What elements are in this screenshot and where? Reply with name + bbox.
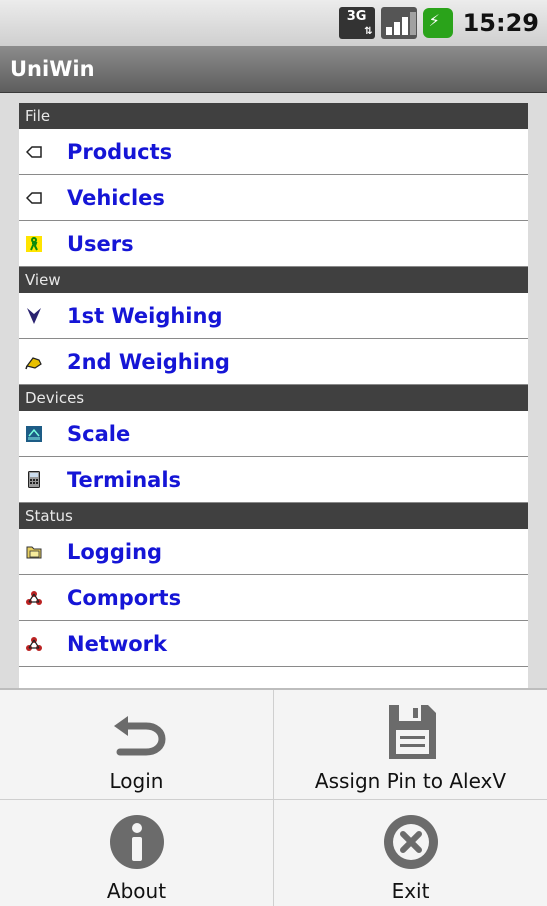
login-menu-item[interactable]: Login xyxy=(0,690,273,799)
scale-icon xyxy=(25,425,43,443)
list-item-comports[interactable]: Comports xyxy=(19,575,528,621)
list-item-2nd-weighing[interactable]: 2nd Weighing xyxy=(19,339,528,385)
info-icon xyxy=(109,815,164,869)
arrow-down-icon xyxy=(25,307,43,325)
list-item-label: Users xyxy=(67,231,134,256)
tag-icon xyxy=(25,143,43,161)
signal-strength-icon xyxy=(380,7,417,39)
menu-list[interactable]: File Products Vehicles Users View 1st We… xyxy=(19,103,528,688)
about-menu-item[interactable]: About xyxy=(0,800,273,906)
user-icon xyxy=(25,235,43,253)
tag-icon xyxy=(25,189,43,207)
status-bar: 3G ⇅ 15:29 xyxy=(0,0,547,46)
assign-pin-label: Assign Pin to AlexV xyxy=(314,769,507,793)
exit-label: Exit xyxy=(391,879,430,903)
login-label: Login xyxy=(109,769,164,793)
clock: 15:29 xyxy=(462,9,539,37)
list-item-label: Network xyxy=(67,631,168,656)
network-3g-icon: 3G ⇅ xyxy=(338,7,375,39)
app-title-bar: UniWin xyxy=(0,46,547,93)
list-item-users[interactable]: Users xyxy=(19,221,528,267)
list-item-1st-weighing[interactable]: 1st Weighing xyxy=(19,293,528,339)
list-item-scale[interactable]: Scale xyxy=(19,411,528,457)
terminal-icon xyxy=(25,471,43,489)
exit-menu-item[interactable]: Exit xyxy=(274,800,547,906)
list-item-label: 1st Weighing xyxy=(67,303,223,328)
about-label: About xyxy=(106,879,167,903)
list-container: File Products Vehicles Users View 1st We… xyxy=(0,93,547,688)
list-item-logging[interactable]: Logging xyxy=(19,529,528,575)
section-header-devices: Devices xyxy=(19,385,528,411)
battery-charging-icon xyxy=(422,8,453,38)
list-item-label: Vehicles xyxy=(67,185,165,210)
options-menu: Login Assign Pin to AlexV About Exit xyxy=(0,688,547,906)
app-title: UniWin xyxy=(10,57,95,81)
list-item-products[interactable]: Products xyxy=(19,129,528,175)
close-circle-icon xyxy=(383,815,438,869)
list-item-label: Logging xyxy=(67,539,163,564)
network-icon xyxy=(25,589,43,607)
undo-arrow-icon xyxy=(113,716,166,756)
list-item-terminals[interactable]: Terminals xyxy=(19,457,528,503)
list-item-label: Terminals xyxy=(67,467,182,492)
list-item-vehicles[interactable]: Vehicles xyxy=(19,175,528,221)
list-item-label: Comports xyxy=(67,585,182,610)
section-header-status: Status xyxy=(19,503,528,529)
assign-pin-menu-item[interactable]: Assign Pin to AlexV xyxy=(274,690,547,799)
section-header-file: File xyxy=(19,103,528,129)
hand-icon xyxy=(25,353,43,371)
folder-icon xyxy=(25,543,43,561)
section-header-view: View xyxy=(19,267,528,293)
list-item-network[interactable]: Network xyxy=(19,621,528,667)
list-item-label: Products xyxy=(67,139,173,164)
list-item-label: Scale xyxy=(67,421,131,446)
list-item-label: 2nd Weighing xyxy=(67,349,230,374)
network-icon xyxy=(25,635,43,653)
save-disk-icon xyxy=(388,705,436,759)
